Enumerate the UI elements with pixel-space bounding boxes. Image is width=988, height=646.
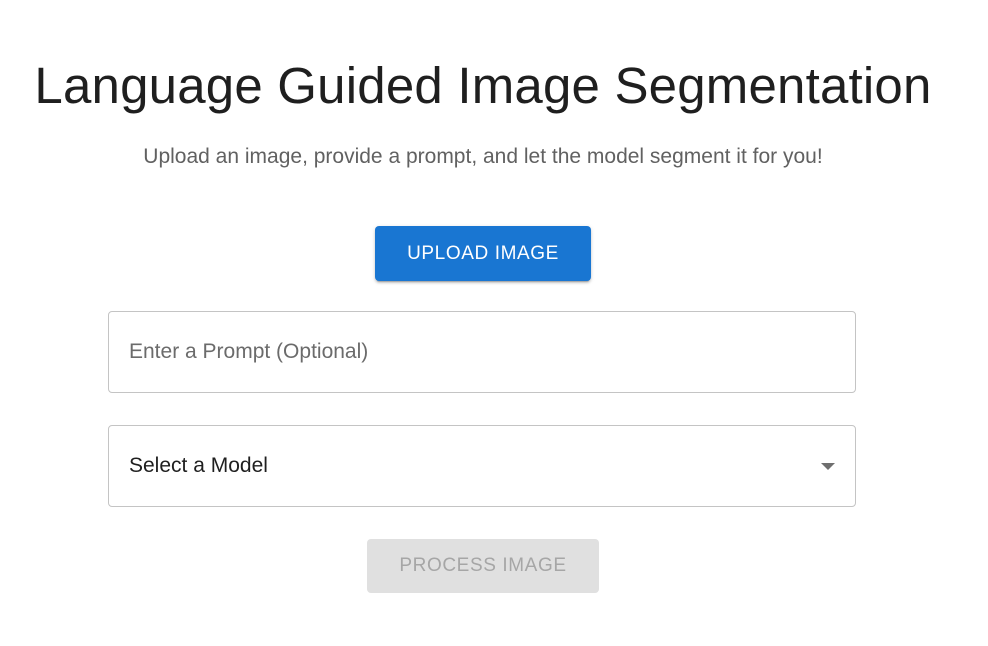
chevron-down-icon[interactable] [821, 463, 835, 470]
prompt-input[interactable] [109, 312, 855, 392]
page: Language Guided Image Segmentation Uploa… [0, 0, 988, 646]
page-subtitle: Upload an image, provide a prompt, and l… [143, 145, 823, 168]
model-select[interactable]: Select a Model [108, 425, 856, 507]
upload-image-button[interactable]: UPLOAD IMAGE [375, 226, 591, 281]
model-select-value: Select a Model [129, 454, 268, 477]
process-image-button[interactable]: PROCESS IMAGE [367, 539, 599, 593]
prompt-field[interactable] [108, 311, 856, 393]
page-title: Language Guided Image Segmentation [34, 57, 932, 114]
